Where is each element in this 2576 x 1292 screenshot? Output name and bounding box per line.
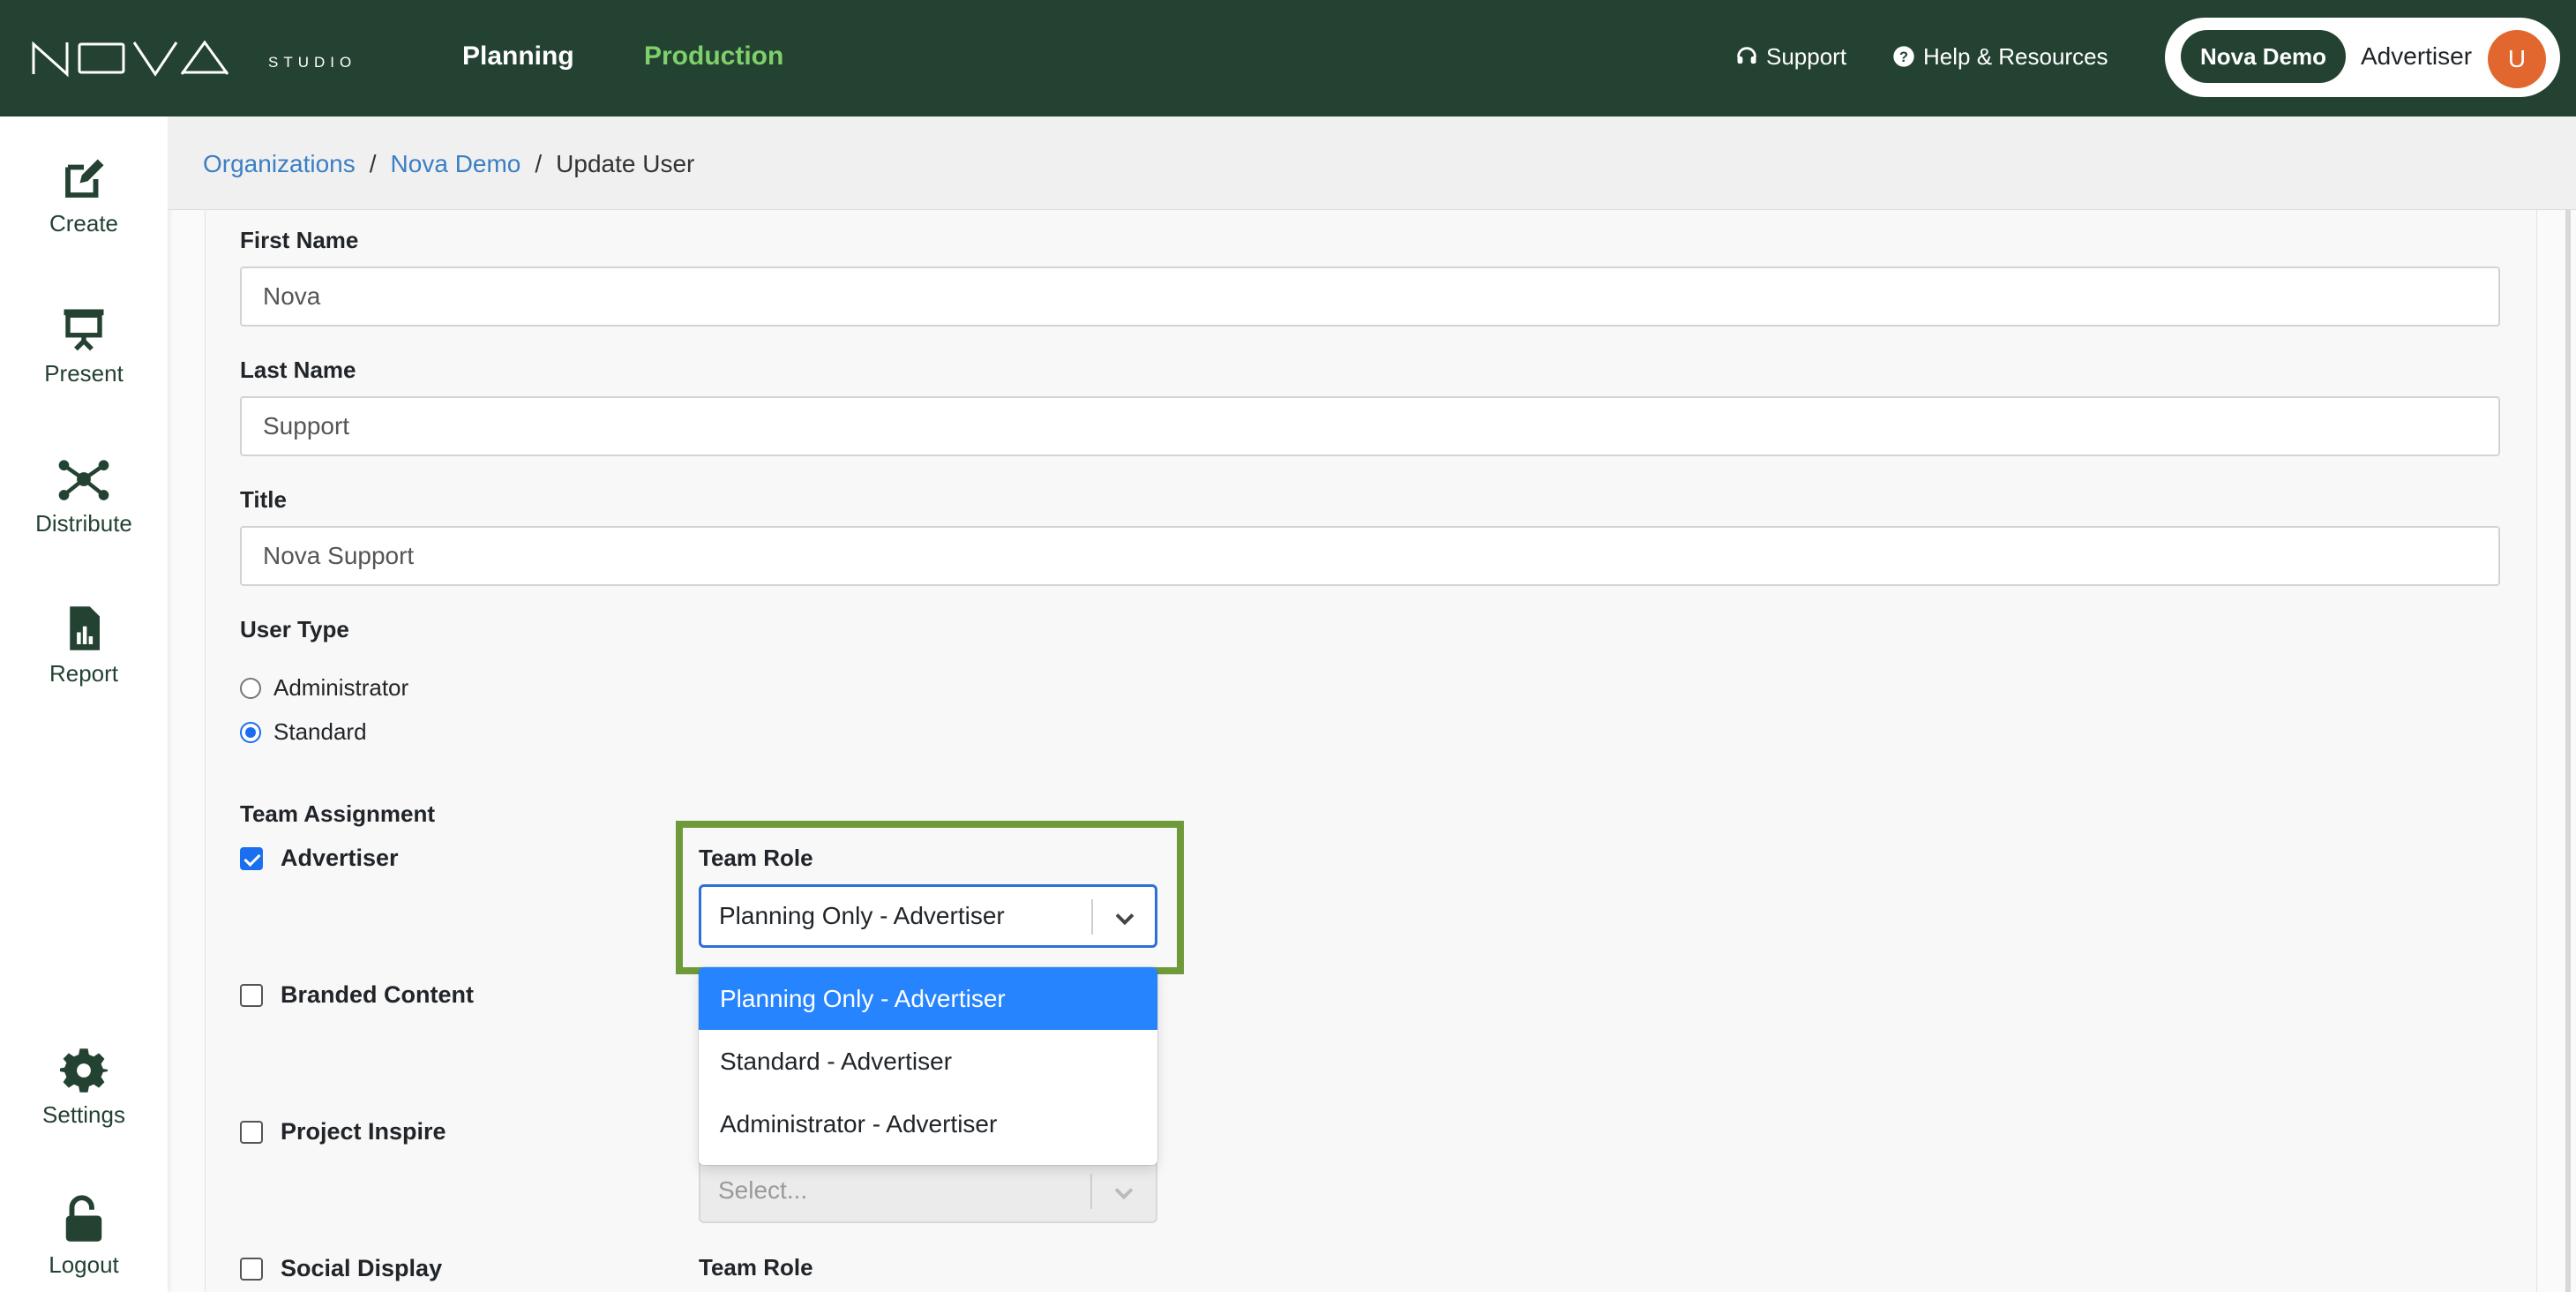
org-pill[interactable]: Nova Demo (2181, 30, 2347, 83)
sidebar-item-label: Report (49, 660, 119, 687)
team-role-select[interactable]: Planning Only - Advertiser (699, 884, 1157, 948)
select-placeholder: Select... (718, 1176, 808, 1204)
role-option[interactable]: Standard - Advertiser (699, 1030, 1157, 1093)
project-inspire-checkbox[interactable] (240, 1121, 263, 1144)
avatar[interactable]: U (2488, 30, 2546, 88)
first-name-label: First Name (240, 227, 359, 253)
social-display-checkbox[interactable] (240, 1258, 263, 1281)
advertiser-checkbox[interactable] (240, 847, 263, 870)
administrator-radio-label: Administrator (273, 674, 409, 701)
team-name: Advertiser (2361, 42, 2473, 70)
select-divider (1090, 1174, 1092, 1209)
first-name-field[interactable] (240, 267, 2500, 327)
breadcrumb: Organizations / Nova Demo / Update User (203, 146, 694, 182)
team-assignment-label: Team Assignment (240, 800, 436, 827)
support-label: Support (1766, 43, 1847, 70)
help-label: Help & Resources (1923, 43, 2108, 70)
sidebar-item-label: Distribute (35, 510, 132, 537)
team-social-display[interactable]: Social Display (240, 1252, 442, 1284)
sidebar-item-logout[interactable]: Logout (0, 1195, 168, 1279)
presentation-icon (64, 309, 104, 351)
standard-radio[interactable] (240, 721, 261, 743)
last-name-field[interactable] (240, 396, 2500, 456)
breadcrumb-separator: / (369, 150, 377, 177)
title-label: Title (240, 486, 287, 513)
breadcrumb-separator: / (535, 150, 543, 177)
form-panel (205, 210, 2537, 1292)
team-role-dropdown-menu: Planning Only - Advertiser Standard - Ad… (699, 967, 1157, 1165)
nav-planning[interactable]: Planning (462, 39, 574, 74)
menu-padding (699, 1155, 1157, 1165)
team-branded-content[interactable]: Branded Content (240, 979, 474, 1010)
account-switcher[interactable]: Nova Demo Advertiser U (2165, 18, 2560, 97)
team-role-label: Team Role (699, 845, 813, 871)
sidebar-item-report[interactable]: Report (0, 604, 168, 687)
gear-icon (60, 1048, 108, 1093)
sidebar-item-present[interactable]: Present (0, 305, 168, 387)
report-icon (70, 606, 100, 650)
team-name-label: Branded Content (281, 981, 474, 1008)
chevron-down-icon[interactable] (1109, 903, 1141, 935)
breadcrumb-organizations[interactable]: Organizations (203, 146, 356, 182)
sidebar-item-label: Logout (49, 1251, 119, 1278)
support-link[interactable]: Support (1734, 39, 1846, 74)
standard-radio-label: Standard (273, 718, 367, 745)
edit-icon (65, 159, 104, 198)
page-scrollbar[interactable] (2565, 210, 2571, 1292)
svg-text:STUDIO: STUDIO (268, 54, 356, 71)
breadcrumb-bar: Organizations / Nova Demo / Update User (168, 116, 2576, 210)
headset-icon (1737, 47, 1756, 64)
sidebar-item-label: Create (49, 210, 119, 237)
title-field[interactable] (240, 526, 2500, 586)
sidebar-item-distribute[interactable]: Distribute (0, 455, 168, 537)
sidebar-item-label: Present (44, 360, 124, 387)
breadcrumb-current: Update User (556, 150, 695, 177)
team-role-select-disabled: Select... (699, 1160, 1157, 1223)
user-type-label: User Type (240, 616, 349, 642)
top-nav: STUDIO Planning Production Support ? Hel… (0, 0, 2576, 116)
user-type-standard[interactable]: Standard (240, 718, 367, 746)
role-option[interactable]: Administrator - Advertiser (699, 1093, 1157, 1155)
breadcrumb-nova-demo[interactable]: Nova Demo (391, 146, 521, 182)
team-project-inspire[interactable]: Project Inspire (240, 1115, 446, 1147)
team-name-label: Social Display (281, 1255, 443, 1281)
role-option[interactable]: Planning Only - Advertiser (699, 967, 1157, 1030)
select-divider (1091, 899, 1093, 935)
sidebar-item-create[interactable]: Create (0, 155, 168, 237)
branded-content-checkbox[interactable] (240, 984, 263, 1007)
last-name-label: Last Name (240, 357, 356, 383)
sidebar-item-settings[interactable]: Settings (0, 1047, 168, 1129)
administrator-radio[interactable] (240, 677, 261, 699)
team-name-label: Project Inspire (281, 1118, 446, 1145)
help-link[interactable]: ? Help & Resources (1891, 39, 2108, 74)
sidebar: Create Present Distribute Report Setting… (0, 116, 168, 1292)
team-name-label: Advertiser (281, 845, 399, 871)
question-circle-icon: ? (1893, 46, 1914, 67)
nav-production[interactable]: Production (644, 39, 783, 74)
team-role-value: Planning Only - Advertiser (719, 902, 1005, 929)
nova-studio-logo[interactable]: STUDIO (32, 39, 358, 78)
team-advertiser[interactable]: Advertiser (240, 842, 399, 874)
svg-text:?: ? (1899, 49, 1908, 65)
user-type-administrator[interactable]: Administrator (240, 674, 408, 702)
network-icon (58, 460, 109, 500)
sidebar-item-label: Settings (42, 1101, 125, 1128)
team-role-label: Team Role (699, 1254, 813, 1281)
chevron-down-icon (1114, 1188, 1134, 1200)
unlock-icon (65, 1195, 102, 1242)
